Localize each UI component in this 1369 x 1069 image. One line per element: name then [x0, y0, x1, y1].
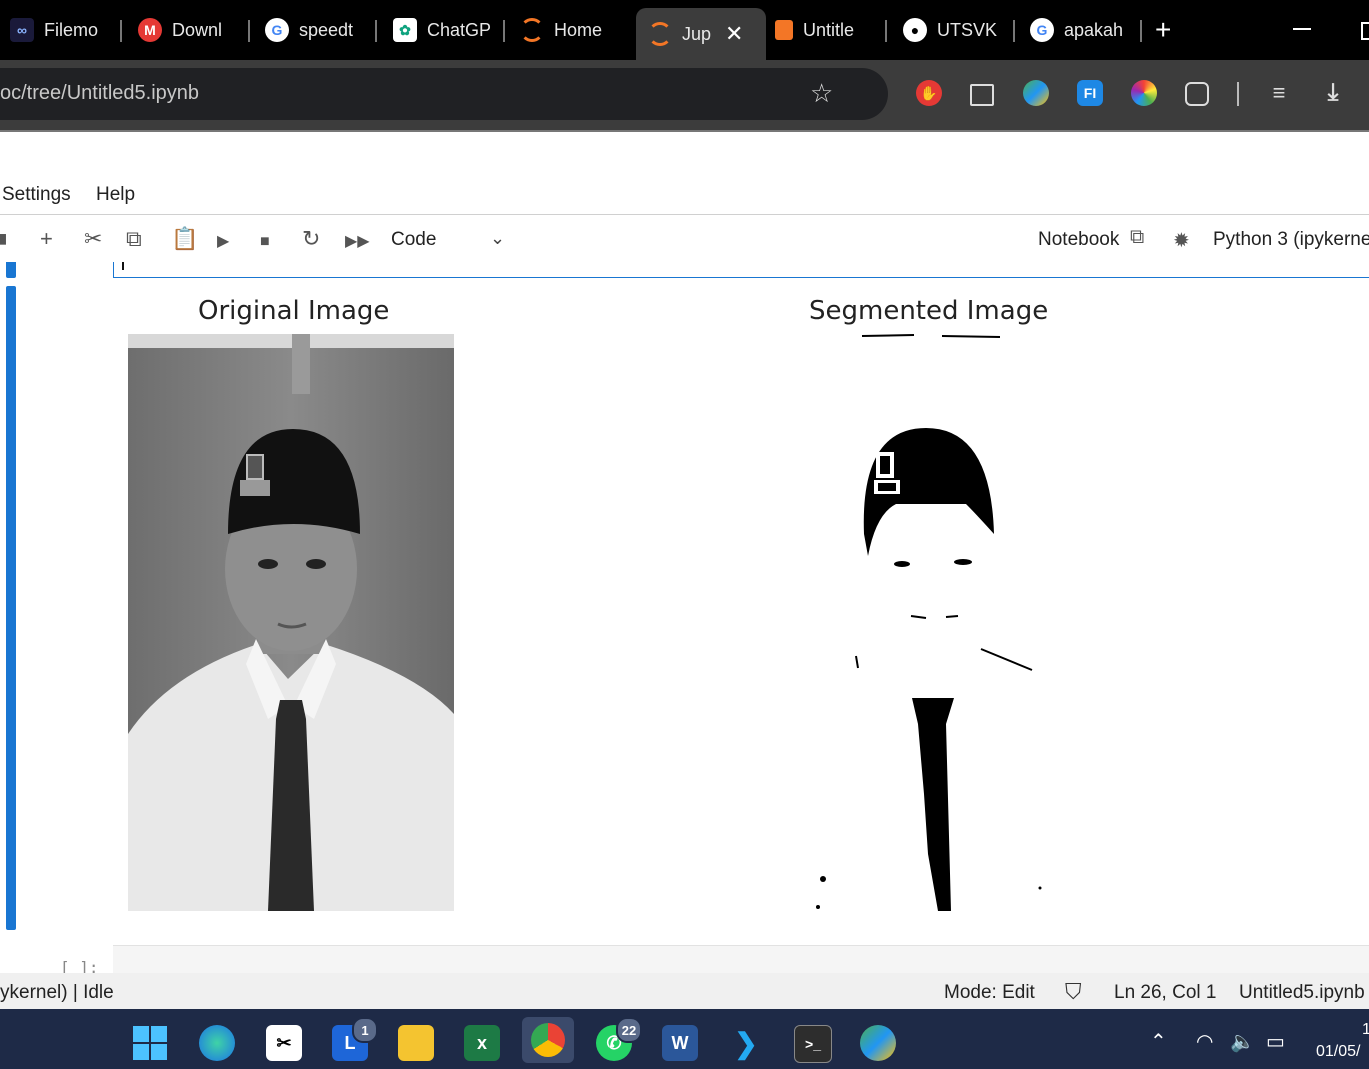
launcher-notification-badge: 1: [352, 1017, 378, 1043]
notebook-toolbar: ■ + ✂ ⧉ 📋 ▶ ■ ↻ ▶▶ Code ⌄ Notebook ⧉ ✹ P…: [0, 218, 1369, 262]
terminal-icon[interactable]: >_: [794, 1025, 832, 1063]
vscode-icon[interactable]: ❯: [728, 1025, 764, 1061]
cell-collapser[interactable]: [6, 262, 16, 278]
external-link-icon[interactable]: ⧉: [1130, 226, 1144, 249]
battery-icon[interactable]: ▭: [1266, 1029, 1285, 1054]
open-in-notebook-link[interactable]: Notebook: [1038, 229, 1119, 251]
excel-icon[interactable]: x: [464, 1025, 500, 1061]
browser-toolbar: oc/tree/Untitled5.ipynb ☆ ✋ FI ≡ ⤓: [0, 60, 1369, 130]
whatsapp-notification-badge: 22: [616, 1017, 642, 1043]
new-tab-button[interactable]: +: [1155, 16, 1171, 44]
launcher-icon[interactable]: L 1: [332, 1017, 378, 1061]
jupyter-icon: [520, 18, 544, 42]
filemoon-icon: ∞: [10, 18, 34, 42]
media-queue-icon[interactable]: ≡: [1266, 80, 1292, 106]
segmented-image: [776, 334, 1076, 911]
file-name[interactable]: Untitled5.ipynb: [1239, 982, 1365, 1004]
next-code-cell[interactable]: [113, 945, 1369, 976]
run-all-icon[interactable]: ▶▶: [345, 231, 370, 253]
save-icon[interactable]: ■: [0, 228, 7, 250]
tab-filemoon[interactable]: ∞ Filemo: [10, 8, 122, 52]
google-icon: G: [265, 18, 289, 42]
restart-icon[interactable]: ↻: [302, 228, 320, 250]
jupyter-statusbar: ykernel) | Idle Mode: Edit ⛉ Ln 26, Col …: [0, 973, 1369, 1009]
close-tab-icon[interactable]: ✕: [725, 21, 743, 47]
color-picker-extension-icon[interactable]: [1131, 80, 1157, 106]
edge-browser-icon[interactable]: [199, 1025, 235, 1061]
windows-taskbar: ✂ L 1 x ✆ 22 W ❯ >_ ⌃ ◠ 🔈 ▭ 1 01/05/: [0, 1009, 1369, 1069]
add-cell-icon[interactable]: +: [40, 228, 53, 250]
tab-untitled[interactable]: Untitle: [775, 8, 887, 52]
tab-utsvk[interactable]: ● UTSVK: [903, 8, 1015, 52]
picture-in-picture-icon[interactable]: [970, 84, 994, 106]
paste-icon[interactable]: 📋: [171, 228, 198, 250]
notebook-icon: [775, 20, 793, 40]
tab-apakah[interactable]: G apakah: [1030, 8, 1142, 52]
edit-mode-status[interactable]: Mode: Edit: [944, 982, 1035, 1004]
whatsapp-icon[interactable]: ✆ 22: [596, 1017, 642, 1061]
clock-date[interactable]: 01/05/: [1316, 1043, 1360, 1061]
tab-download[interactable]: M Downl: [138, 8, 250, 52]
capcut-icon[interactable]: ✂: [266, 1025, 302, 1061]
run-icon[interactable]: ▶: [217, 231, 229, 253]
chevron-up-icon[interactable]: ⌃: [1150, 1029, 1167, 1054]
bookmark-star-icon[interactable]: ☆: [810, 78, 833, 109]
globe-app-icon[interactable]: [860, 1025, 896, 1061]
address-bar[interactable]: oc/tree/Untitled5.ipynb ☆: [0, 68, 888, 120]
jupyter-icon: [648, 22, 672, 46]
cut-icon[interactable]: ✂: [84, 228, 102, 250]
original-image-title: Original Image: [198, 296, 390, 326]
clock-time[interactable]: 1: [1362, 1021, 1369, 1039]
tab-speedtest[interactable]: G speedt: [265, 8, 377, 52]
globe-extension-icon[interactable]: [1023, 80, 1049, 106]
kernel-status[interactable]: ykernel) | Idle: [0, 982, 114, 1004]
wifi-icon[interactable]: ◠: [1196, 1029, 1213, 1054]
text-cursor: [122, 262, 124, 270]
tab-home[interactable]: Home: [520, 8, 632, 52]
gmail-icon: M: [138, 18, 162, 42]
menu-settings[interactable]: Settings: [2, 184, 71, 206]
url-text: oc/tree/Untitled5.ipynb: [0, 82, 200, 104]
tab-jupyter-active[interactable]: Jup ✕: [636, 8, 766, 60]
volume-icon[interactable]: 🔈: [1230, 1029, 1255, 1054]
word-icon[interactable]: W: [662, 1025, 698, 1061]
debugger-bug-icon[interactable]: ✹: [1173, 228, 1190, 253]
chatgpt-icon: ✿: [393, 18, 417, 42]
google-icon: G: [1030, 18, 1054, 42]
chevron-down-icon[interactable]: ⌄: [490, 228, 505, 249]
cursor-position[interactable]: Ln 26, Col 1: [1114, 982, 1216, 1004]
adblock-extension-icon[interactable]: ✋: [916, 80, 942, 106]
kernel-name[interactable]: Python 3 (ipykerne: [1213, 229, 1369, 251]
browser-tab-strip: ∞ Filemo M Downl G speedt ✿ ChatGP Home …: [0, 0, 1369, 60]
copy-icon[interactable]: ⧉: [126, 228, 142, 250]
maximize-window-icon[interactable]: [1361, 22, 1369, 40]
menu-help[interactable]: Help: [96, 184, 135, 206]
code-editor[interactable]: [113, 262, 1369, 278]
extensions-puzzle-icon[interactable]: [1185, 82, 1209, 106]
fi-extension-icon[interactable]: FI: [1077, 80, 1103, 106]
windows-start-icon[interactable]: [132, 1025, 168, 1061]
github-icon: ●: [903, 18, 927, 42]
output-collapser[interactable]: [6, 286, 16, 930]
chrome-taskbar-icon[interactable]: [522, 1017, 574, 1063]
tab-chatgpt[interactable]: ✿ ChatGP: [393, 8, 505, 52]
download-icon[interactable]: ⤓: [1320, 79, 1346, 106]
shield-check-icon[interactable]: ⛉: [1065, 979, 1082, 1005]
minimize-window-icon[interactable]: [1293, 28, 1311, 30]
file-explorer-icon[interactable]: [398, 1025, 434, 1061]
segmented-image-title: Segmented Image: [809, 296, 1049, 326]
stop-icon[interactable]: ■: [260, 231, 270, 253]
original-image: [128, 334, 454, 911]
cell-type-select[interactable]: Code: [391, 229, 436, 251]
